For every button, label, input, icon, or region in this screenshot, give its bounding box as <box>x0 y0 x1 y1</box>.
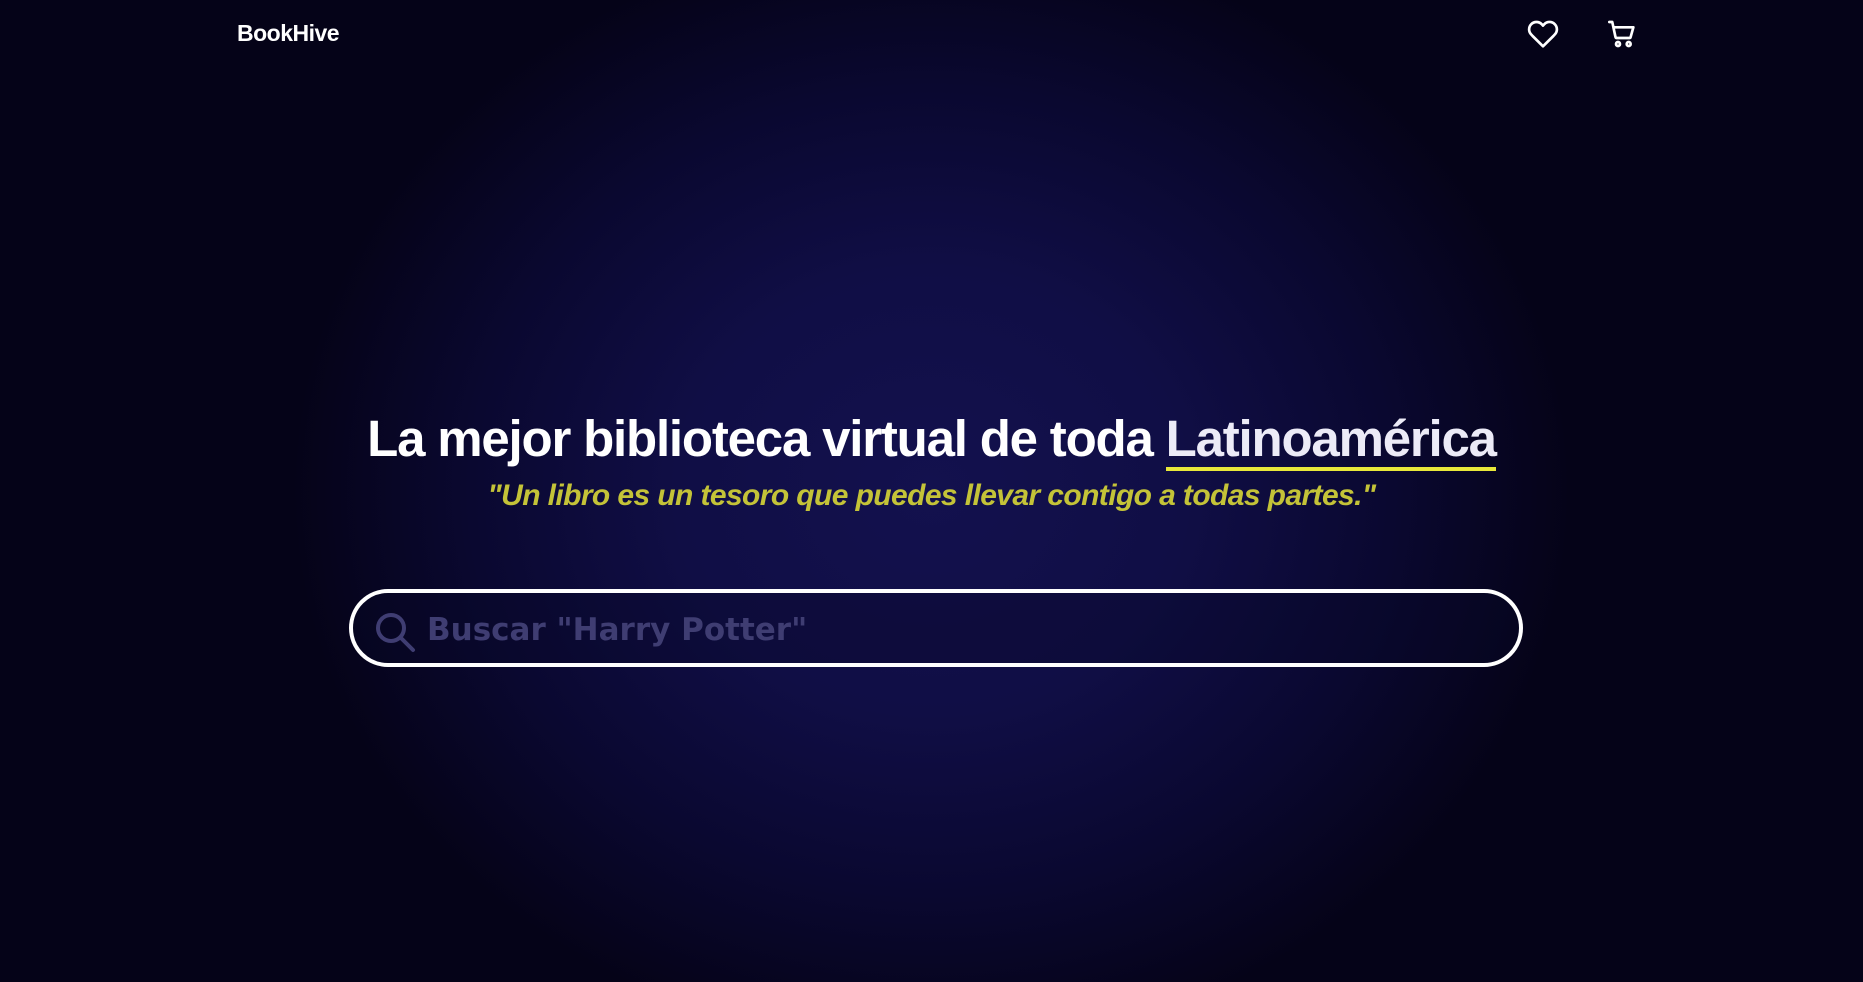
heart-icon[interactable] <box>1527 18 1559 50</box>
title-highlight: Latinoamérica <box>1165 410 1497 471</box>
search-input[interactable] <box>425 601 1509 659</box>
hero-section: La mejor biblioteca virtual de toda Lati… <box>0 410 1863 513</box>
cart-icon[interactable] <box>1606 18 1638 50</box>
search-icon[interactable] <box>373 610 417 654</box>
hero-quote: "Un libro es un tesoro que puedes llevar… <box>487 478 1377 512</box>
search-bar[interactable] <box>349 589 1523 667</box>
title-prefix: La mejor biblioteca virtual de toda <box>367 410 1166 467</box>
page-title: La mejor biblioteca virtual de toda Lati… <box>0 410 1863 471</box>
brand-logo[interactable]: BookHive <box>237 20 340 47</box>
navbar: BookHive <box>0 0 1863 70</box>
